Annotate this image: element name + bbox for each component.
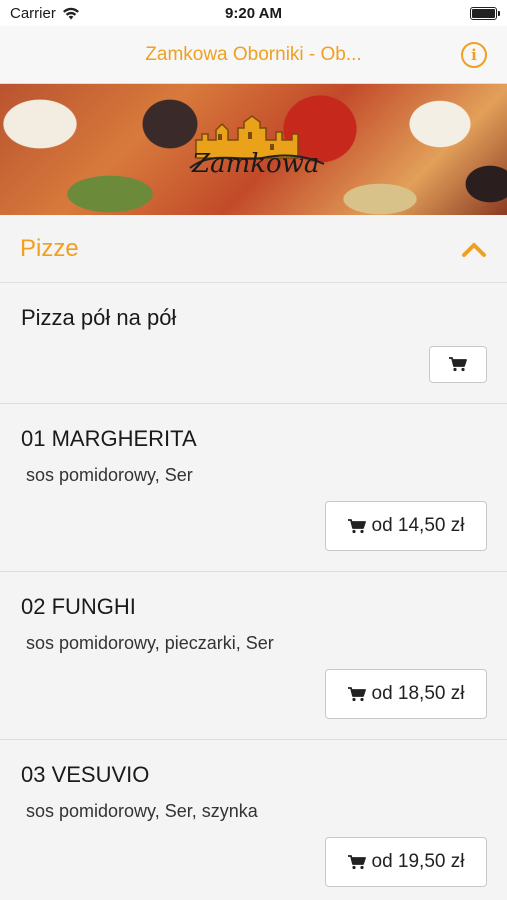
add-to-cart-button[interactable]: od 18,50 zł [325,669,487,719]
svg-text:Zamkowa: Zamkowa [191,149,319,179]
item-description: sos pomidorowy, Ser, szynka [26,801,258,821]
cart-icon [347,518,366,533]
header-banner-image: Zamkowa [0,84,507,215]
item-description: sos pomidorowy, Ser [26,465,193,485]
menu-item: Pizza pół na pół [0,283,507,404]
restaurant-logo: Zamkowa [189,115,325,179]
add-to-cart-button[interactable] [429,346,487,383]
category-title: Pizze [20,234,79,262]
nav-bar: Zamkowa Oborniki - Ob... i [0,26,507,84]
item-name: 03 VESUVIO [21,762,150,787]
wifi-icon [62,7,79,19]
item-name: 02 FUNGHI [21,594,136,619]
add-to-cart-button[interactable]: od 19,50 zł [325,837,487,887]
nav-title: Zamkowa Oborniki - Ob... [145,43,362,65]
menu-item: 03 VESUVIO sos pomidorowy, Ser, szynka o… [0,740,507,900]
status-bar: Carrier 9:20 AM [0,0,507,26]
cart-icon [449,357,467,372]
cart-icon [347,686,366,701]
cart-icon [347,854,366,869]
price-label: od 19,50 zł [371,851,465,872]
menu-item: 01 MARGHERITA sos pomidorowy, Ser od 14,… [0,404,507,572]
item-description: sos pomidorowy, pieczarki, Ser [26,633,274,653]
status-left: Carrier [10,5,80,22]
info-icon[interactable]: i [461,42,487,68]
price-label: od 14,50 zł [371,515,465,536]
price-label: od 18,50 zł [371,683,465,704]
chevron-up-icon[interactable] [461,240,487,258]
item-name: 01 MARGHERITA [21,426,197,451]
add-to-cart-button[interactable]: od 14,50 zł [325,501,487,551]
menu-item: 02 FUNGHI sos pomidorowy, pieczarki, Ser… [0,572,507,740]
category-header-pizze[interactable]: Pizze [0,215,507,283]
battery-icon [470,6,500,20]
carrier-label: Carrier [10,4,56,22]
item-name: Pizza pół na pół [21,305,177,330]
